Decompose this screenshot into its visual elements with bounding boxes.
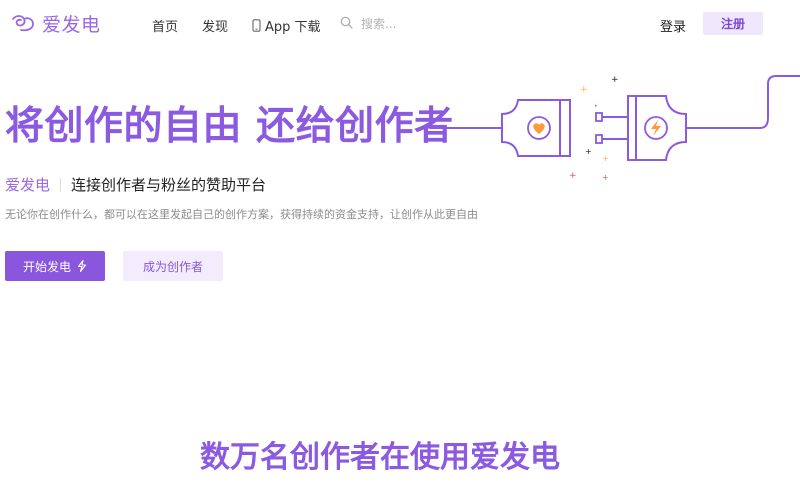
login-link[interactable]: 登录 [660, 16, 686, 35]
hero-title: 将创作的自由 还给创作者 [5, 104, 454, 149]
hero-description: 无论你在创作什么，都可以在这里发起自己的创作方案，获得持续的资金支持，让创作从此… [5, 208, 478, 221]
main-nav: 首页 发现 App 下载 [152, 16, 345, 35]
lightning-icon [77, 260, 87, 272]
subtitle-brand: 爱发电 [5, 176, 51, 194]
svg-text:+: + [602, 173, 609, 182]
svg-text:+: + [580, 85, 588, 95]
page: 爱发电 首页 发现 App 下载 搜索... 登录 注册 将创作的自由 还给创作… [0, 0, 800, 497]
register-button[interactable]: 注册 [703, 12, 763, 35]
become-creator-button[interactable]: 成为创作者 [123, 251, 223, 281]
nav-item-label: 首页 [152, 20, 179, 35]
svg-text:•: • [594, 103, 598, 110]
section-title: 数万名创作者在使用爱发电 [200, 440, 560, 475]
top-header: 爱发电 首页 发现 App 下载 搜索... 登录 注册 [0, 0, 800, 48]
nav-item-label: 发现 [202, 20, 229, 35]
search-icon [340, 16, 353, 32]
aifadian-logo-icon [10, 13, 36, 35]
nav-item-discover[interactable]: 发现 [202, 16, 228, 35]
svg-text:+: + [602, 154, 609, 163]
svg-text:+: + [611, 75, 619, 85]
plug-socket-icon: + + • + + + + [430, 75, 800, 182]
start-button[interactable]: 开始发电 [5, 251, 105, 281]
svg-text:+: + [585, 147, 592, 156]
search-box[interactable] [340, 14, 520, 34]
svg-text:+: + [569, 171, 577, 181]
subtitle-tagline: 连接创作者与粉丝的赞助平台 [71, 176, 267, 194]
nav-item-label: App 下载 [265, 20, 321, 35]
search-input[interactable] [361, 17, 511, 31]
brand-name: 爱发电 [42, 14, 101, 36]
nav-item-app-download[interactable]: App 下载 [252, 16, 321, 35]
become-creator-label: 成为创作者 [142, 259, 203, 274]
start-button-label: 开始发电 [22, 259, 71, 274]
brand-logo[interactable]: 爱发电 [10, 10, 101, 37]
nav-item-home[interactable]: 首页 [152, 16, 178, 35]
subtitle-divider [60, 177, 62, 192]
phone-icon [252, 19, 261, 32]
hero-subtitle: 爱发电 连接创作者与粉丝的赞助平台 [5, 174, 266, 195]
